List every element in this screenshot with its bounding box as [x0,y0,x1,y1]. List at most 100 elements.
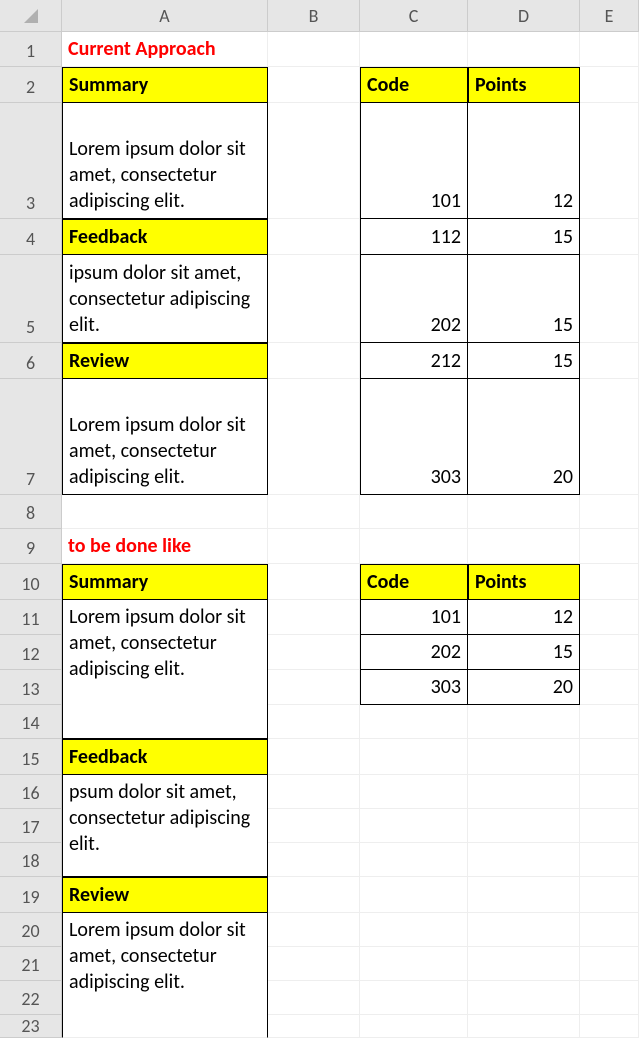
cell-E16[interactable] [580,775,639,809]
cell-A8[interactable] [62,495,268,529]
cell-B15[interactable] [268,739,360,775]
cell-C14[interactable] [360,705,468,739]
cell-A20-merged[interactable]: Lorem ipsum dolor sit amet, consectetur … [62,913,268,1038]
cell-C19[interactable] [360,877,468,913]
cell-D23[interactable] [468,1015,580,1038]
cell-E18[interactable] [580,843,639,877]
row-header-9[interactable]: 9 [0,529,62,564]
cell-E23[interactable] [580,1015,639,1038]
row-header-23[interactable]: 23 [0,1015,62,1038]
cell-E11[interactable] [580,600,639,635]
cell-A4[interactable]: Feedback [62,219,268,255]
cell-C21[interactable] [360,947,468,981]
col-header-D[interactable]: D [468,0,580,32]
cell-C22[interactable] [360,981,468,1015]
cell-A9[interactable]: to be done like [62,529,268,564]
cell-E21[interactable] [580,947,639,981]
spreadsheet-grid[interactable]: A B C D E 1 Current Approach 2 Summary C… [0,0,639,1038]
cell-E1[interactable] [580,32,639,67]
cell-E10[interactable] [580,564,639,600]
cell-E17[interactable] [580,809,639,843]
cell-C8[interactable] [360,495,468,529]
cell-D9[interactable] [468,529,580,564]
row-header-21[interactable]: 21 [0,947,62,981]
row-header-22[interactable]: 22 [0,981,62,1015]
cell-A11-merged[interactable]: Lorem ipsum dolor sit amet, consectetur … [62,600,268,739]
row-header-20[interactable]: 20 [0,913,62,947]
cell-C11[interactable]: 101 [360,600,468,635]
cell-C4[interactable]: 112 [360,219,468,255]
col-header-E[interactable]: E [580,0,639,32]
cell-D3[interactable]: 12 [468,103,580,219]
cell-A7[interactable]: Lorem ipsum dolor sit amet, consectetur … [62,379,268,495]
cell-A6[interactable]: Review [62,343,268,379]
cell-E8[interactable] [580,495,639,529]
cell-A19[interactable]: Review [62,877,268,913]
cell-E14[interactable] [580,705,639,739]
cell-E22[interactable] [580,981,639,1015]
cell-D4[interactable]: 15 [468,219,580,255]
cell-B20[interactable] [268,913,360,947]
cell-B7[interactable] [268,379,360,495]
cell-D13[interactable]: 20 [468,670,580,705]
cell-A15[interactable]: Feedback [62,739,268,775]
cell-C23[interactable] [360,1015,468,1038]
row-header-3[interactable]: 3 [0,103,62,219]
cell-A3[interactable]: Lorem ipsum dolor sit amet, consectetur … [62,103,268,219]
row-header-16[interactable]: 16 [0,775,62,809]
cell-D7[interactable]: 20 [468,379,580,495]
select-all-corner[interactable] [0,0,62,32]
cell-D6[interactable]: 15 [468,343,580,379]
row-header-15[interactable]: 15 [0,739,62,775]
row-header-1[interactable]: 1 [0,32,62,67]
row-header-18[interactable]: 18 [0,843,62,877]
cell-D10[interactable]: Points [468,564,580,600]
row-header-11[interactable]: 11 [0,600,62,635]
cell-D2[interactable]: Points [468,67,580,103]
cell-B18[interactable] [268,843,360,877]
cell-B6[interactable] [268,343,360,379]
cell-E5[interactable] [580,255,639,343]
cell-B16[interactable] [268,775,360,809]
cell-E15[interactable] [580,739,639,775]
cell-E12[interactable] [580,635,639,670]
cell-C10[interactable]: Code [360,564,468,600]
row-header-17[interactable]: 17 [0,809,62,843]
cell-C9[interactable] [360,529,468,564]
cell-B12[interactable] [268,635,360,670]
row-header-7[interactable]: 7 [0,379,62,495]
cell-D12[interactable]: 15 [468,635,580,670]
cell-B3[interactable] [268,103,360,219]
row-header-14[interactable]: 14 [0,705,62,739]
cell-B11[interactable] [268,600,360,635]
cell-C5[interactable]: 202 [360,255,468,343]
row-header-6[interactable]: 6 [0,343,62,379]
cell-D16[interactable] [468,775,580,809]
cell-E4[interactable] [580,219,639,255]
cell-B21[interactable] [268,947,360,981]
cell-C17[interactable] [360,809,468,843]
cell-E13[interactable] [580,670,639,705]
cell-C12[interactable]: 202 [360,635,468,670]
cell-B22[interactable] [268,981,360,1015]
cell-E3[interactable] [580,103,639,219]
row-header-12[interactable]: 12 [0,635,62,670]
row-header-4[interactable]: 4 [0,219,62,255]
cell-B14[interactable] [268,705,360,739]
row-header-13[interactable]: 13 [0,670,62,705]
cell-D1[interactable] [468,32,580,67]
cell-B13[interactable] [268,670,360,705]
cell-E20[interactable] [580,913,639,947]
cell-C13[interactable]: 303 [360,670,468,705]
col-header-C[interactable]: C [360,0,468,32]
row-header-8[interactable]: 8 [0,495,62,529]
cell-B1[interactable] [268,32,360,67]
cell-B8[interactable] [268,495,360,529]
cell-D19[interactable] [468,877,580,913]
cell-B19[interactable] [268,877,360,913]
cell-B10[interactable] [268,564,360,600]
cell-C1[interactable] [360,32,468,67]
cell-B17[interactable] [268,809,360,843]
cell-C16[interactable] [360,775,468,809]
cell-D22[interactable] [468,981,580,1015]
